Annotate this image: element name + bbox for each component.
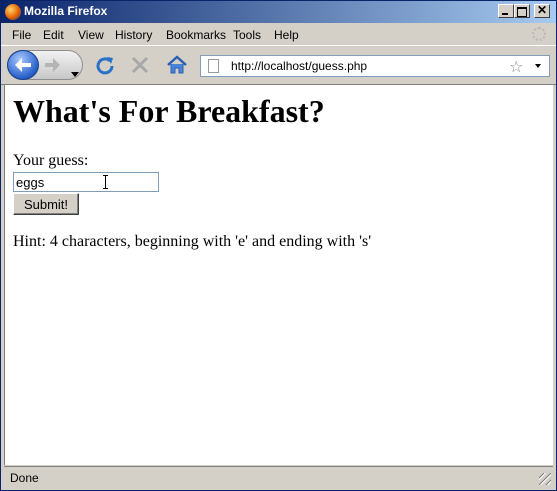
throbber-icon (532, 27, 546, 41)
guess-label: Your guess: (13, 152, 89, 169)
browser-window: Mozilla Firefox ✕ File Edit View History… (0, 0, 557, 491)
hint-text: Hint: 4 characters, beginning with 'e' a… (13, 233, 372, 250)
menu-edit[interactable]: Edit (43, 28, 64, 42)
menu-file[interactable]: File (12, 28, 31, 42)
reload-icon (96, 57, 114, 75)
reload-button[interactable] (95, 55, 115, 75)
submit-button[interactable]: Submit! (13, 193, 79, 215)
minimize-icon (502, 13, 508, 15)
navigation-toolbar: http://localhost/guess.php ☆ (1, 45, 556, 85)
address-bar[interactable]: http://localhost/guess.php ☆ (200, 55, 550, 77)
stop-button[interactable] (130, 55, 150, 75)
forward-button[interactable] (43, 56, 63, 74)
minimize-button[interactable] (498, 4, 514, 18)
resize-grip-icon[interactable] (539, 473, 551, 485)
back-button[interactable] (7, 50, 39, 80)
menu-tools[interactable]: Tools (233, 28, 261, 42)
url-dropdown-icon[interactable] (535, 64, 541, 68)
stop-icon (131, 56, 149, 74)
home-button[interactable] (166, 55, 188, 75)
maximize-icon (517, 7, 527, 17)
title-bar: Mozilla Firefox ✕ (1, 1, 556, 23)
menu-view[interactable]: View (78, 28, 104, 42)
page-icon (208, 59, 219, 73)
menu-bookmarks[interactable]: Bookmarks (166, 28, 226, 42)
window-title: Mozilla Firefox (24, 4, 108, 18)
forward-arrow-icon (45, 58, 60, 72)
url-text[interactable]: http://localhost/guess.php (231, 59, 367, 73)
maximize-button[interactable] (514, 4, 530, 18)
firefox-logo-icon (5, 4, 21, 20)
status-text: Done (10, 471, 39, 485)
close-button[interactable]: ✕ (534, 3, 550, 18)
menu-history[interactable]: History (115, 28, 152, 42)
page-content: What's For Breakfast? Your guess: Submit… (4, 85, 553, 465)
history-dropdown-button[interactable] (71, 63, 79, 77)
close-icon: ✕ (537, 3, 548, 17)
home-icon (167, 55, 187, 74)
menu-bar: File Edit View History Bookmarks Tools H… (1, 23, 556, 45)
menu-help[interactable]: Help (274, 28, 299, 42)
guess-input[interactable] (13, 172, 159, 192)
text-cursor-icon (103, 175, 108, 189)
page-title: What's For Breakfast? (13, 93, 325, 129)
back-arrow-icon (15, 58, 31, 72)
status-bar: Done (4, 466, 553, 488)
chevron-down-icon (71, 72, 79, 77)
bookmark-star-icon[interactable]: ☆ (509, 57, 523, 76)
